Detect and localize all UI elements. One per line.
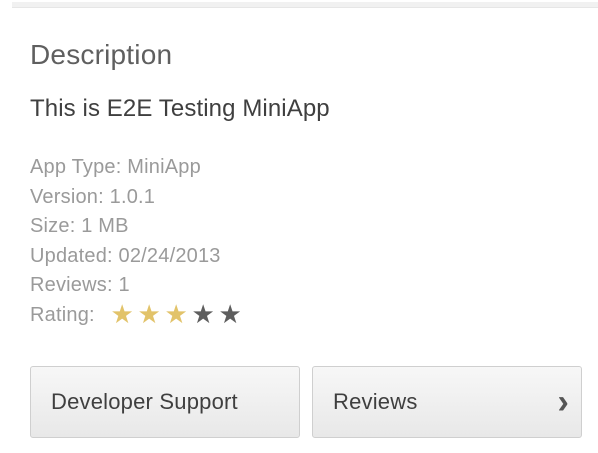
updated-date: Updated: 02/24/2013 bbox=[30, 244, 221, 267]
star-icon: ★ bbox=[191, 299, 216, 330]
reviews-button[interactable]: Reviews › bbox=[312, 366, 582, 438]
star-icon: ★ bbox=[110, 299, 135, 330]
app-details-list: App Type: MiniApp Version: 1.0.1 Size: 1… bbox=[30, 153, 244, 330]
app-size: Size: 1 MB bbox=[30, 215, 129, 237]
rating-label: Rating: bbox=[30, 303, 95, 326]
star-icon: ★ bbox=[137, 299, 162, 330]
section-title: Description bbox=[30, 39, 173, 70]
rating-row: Rating: ★ ★ ★ ★ ★ bbox=[30, 301, 244, 331]
reviews-label: Reviews bbox=[333, 389, 418, 414]
app-description-panel: Description This is E2E Testing MiniApp … bbox=[0, 0, 598, 453]
chevron-right-icon: › bbox=[557, 383, 569, 421]
top-divider bbox=[12, 2, 598, 8]
review-count: Reviews: 1 bbox=[30, 274, 130, 296]
app-type: App Type: MiniApp bbox=[30, 156, 201, 178]
rating-stars: ★ ★ ★ ★ ★ bbox=[109, 301, 244, 327]
developer-support-label: Developer Support bbox=[51, 389, 238, 414]
developer-support-button[interactable]: Developer Support bbox=[30, 366, 300, 438]
star-icon: ★ bbox=[218, 299, 243, 330]
star-icon: ★ bbox=[164, 299, 189, 330]
app-version: Version: 1.0.1 bbox=[30, 185, 156, 208]
app-description: This is E2E Testing MiniApp bbox=[30, 95, 330, 122]
